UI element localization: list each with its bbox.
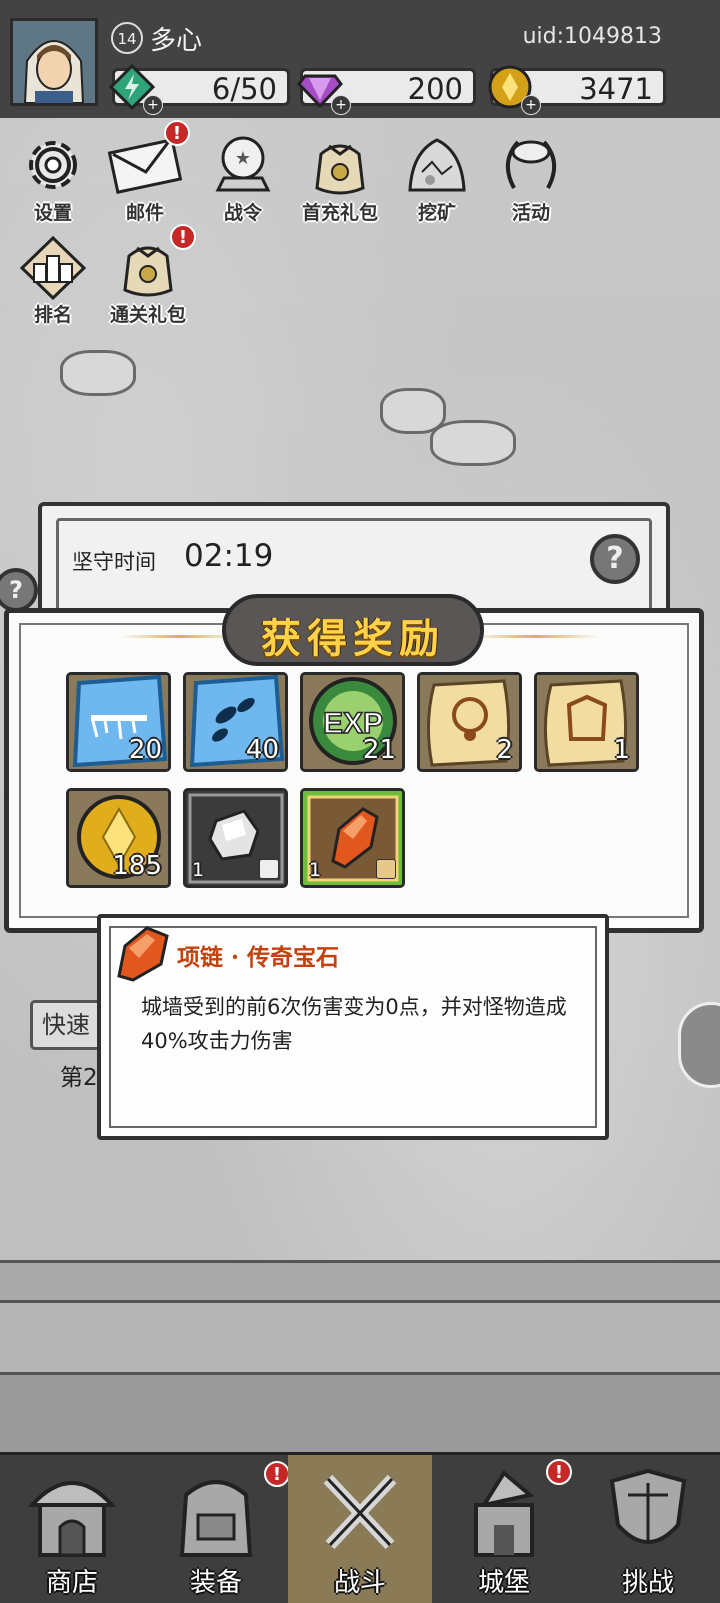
- player-avatar[interactable]: [10, 18, 98, 106]
- gems-value: 200: [407, 72, 463, 106]
- add-energy-icon[interactable]: +: [143, 95, 163, 115]
- nav-castle[interactable]: ! 城堡: [432, 1455, 576, 1603]
- nav-label: 装备: [189, 1568, 242, 1598]
- reward-slot[interactable]: 1: [183, 788, 288, 888]
- menu-label: 设置: [33, 202, 72, 224]
- backpack-icon: [179, 1480, 253, 1557]
- quick-button[interactable]: 快速: [30, 1000, 102, 1050]
- top-status-bar: 14 多心 uid:1049813 + 6/50 + 200 + 3471: [0, 0, 720, 118]
- add-gold-icon[interactable]: +: [521, 95, 541, 115]
- equipment-alert-badge: !: [264, 1461, 290, 1487]
- reward-quantity: 40: [245, 735, 279, 765]
- reward-title: 获得奖励: [261, 615, 445, 662]
- reward-quantity: 185: [112, 851, 162, 881]
- nav-label: 商店: [45, 1568, 98, 1598]
- menu-label: 挖矿: [417, 202, 456, 224]
- gift-bag-icon: [315, 144, 365, 195]
- player-uid: uid:1049813: [522, 24, 662, 49]
- reward-quantity: 1: [613, 735, 630, 765]
- menu-label: 活动: [511, 202, 550, 224]
- menu-label: 邮件: [125, 202, 164, 224]
- crystal-ball-icon: ★: [215, 136, 271, 192]
- energy-counter[interactable]: + 6/50: [109, 64, 290, 115]
- laurel-wreath-icon: [506, 140, 556, 189]
- player-name: 多心: [150, 26, 203, 56]
- gems-counter[interactable]: + 200: [297, 68, 476, 115]
- reward-quantity: 1: [309, 859, 322, 881]
- nav-equipment[interactable]: ! 装备: [144, 1455, 290, 1603]
- nav-battle[interactable]: 战斗: [288, 1455, 432, 1603]
- podium-icon: [19, 235, 87, 300]
- nav-label: 挑战: [621, 1568, 674, 1598]
- equipment-type-icon: [376, 859, 396, 879]
- reward-quantity: 2: [496, 735, 513, 765]
- defend-time-value: 02:19: [184, 538, 274, 574]
- reward-title-plate: 获得奖励: [222, 594, 484, 666]
- clear-pack-alert-badge: !: [170, 224, 196, 250]
- reward-quantity: 20: [128, 735, 162, 765]
- menu-events[interactable]: 活动: [486, 132, 576, 227]
- reward-slot[interactable]: 1: [534, 672, 639, 772]
- equipment-type-icon: [259, 859, 279, 879]
- nav-label: 战斗: [333, 1568, 386, 1598]
- tooltip-description: 城墙受到的前6次伤害变为0点，并对怪物造成40%攻击力伤害: [141, 995, 567, 1053]
- menu-mail[interactable]: ! 邮件: [100, 120, 190, 227]
- item-tooltip: 项链 · 传奇宝石 城墙受到的前6次伤害变为0点，并对怪物造成40%攻击力伤害: [97, 914, 609, 1140]
- chat-bubble-icon[interactable]: [678, 1002, 720, 1088]
- stage-label: 第2: [60, 1065, 98, 1091]
- nav-label: 城堡: [477, 1568, 530, 1598]
- bottom-navigation: 商店 ! 装备 战斗 ! 城堡 挑战: [0, 1452, 720, 1603]
- menu-label: 首充礼包: [301, 202, 378, 224]
- menu-label: 通关礼包: [109, 304, 186, 326]
- reward-slot[interactable]: 20: [66, 672, 171, 772]
- orange-gem-icon: [117, 926, 169, 982]
- wall-body: [0, 1300, 720, 1378]
- wall-stones: [0, 1372, 720, 1458]
- help-button[interactable]: ?: [590, 534, 640, 584]
- menu-first-recharge[interactable]: 首充礼包: [292, 132, 388, 227]
- svg-text:★: ★: [235, 148, 251, 169]
- gold-counter[interactable]: + 3471: [488, 65, 666, 115]
- castle-alert-badge: !: [546, 1459, 572, 1485]
- shield-icon: [609, 1468, 687, 1544]
- menu-battle-pass[interactable]: ★ 战令: [198, 132, 288, 227]
- add-gems-icon[interactable]: +: [331, 95, 351, 115]
- reward-slot[interactable]: 185: [66, 788, 171, 888]
- nav-challenge[interactable]: 挑战: [576, 1455, 720, 1603]
- player-level-badge: 14: [111, 22, 143, 54]
- gear-icon: [29, 141, 77, 189]
- defend-time-label: 坚守时间: [72, 550, 156, 574]
- rock-decoration: [430, 420, 516, 466]
- ore-pile-icon: [408, 138, 466, 192]
- menu-clear-pack[interactable]: ! 通关礼包: [100, 224, 196, 329]
- reward-quantity: 21: [362, 735, 396, 765]
- reward-slot-selected[interactable]: 1: [300, 788, 405, 888]
- menu-label: 排名: [33, 304, 72, 326]
- rock-decoration: [60, 350, 136, 396]
- energy-value: 6/50: [211, 72, 277, 106]
- reward-quantity: 1: [192, 859, 205, 881]
- shop-hut-icon: [27, 1481, 117, 1557]
- nav-shop[interactable]: 商店: [0, 1455, 144, 1603]
- mail-alert-badge: !: [164, 120, 190, 146]
- reward-slot[interactable]: EXP 21: [300, 672, 405, 772]
- menu-ranking[interactable]: 排名: [8, 234, 98, 329]
- menu-mining[interactable]: 挖矿: [392, 132, 482, 227]
- gold-value: 3471: [579, 72, 653, 106]
- tooltip-title: 项链 · 传奇宝石: [177, 944, 340, 971]
- reward-slot[interactable]: 40: [183, 672, 288, 772]
- reward-slot[interactable]: 2: [417, 672, 522, 772]
- menu-settings[interactable]: 设置: [8, 132, 98, 227]
- title-ornament-right: [470, 635, 600, 638]
- crossed-swords-icon: [323, 1474, 397, 1550]
- castle-icon: [474, 1469, 535, 1557]
- menu-label: 战令: [223, 202, 262, 224]
